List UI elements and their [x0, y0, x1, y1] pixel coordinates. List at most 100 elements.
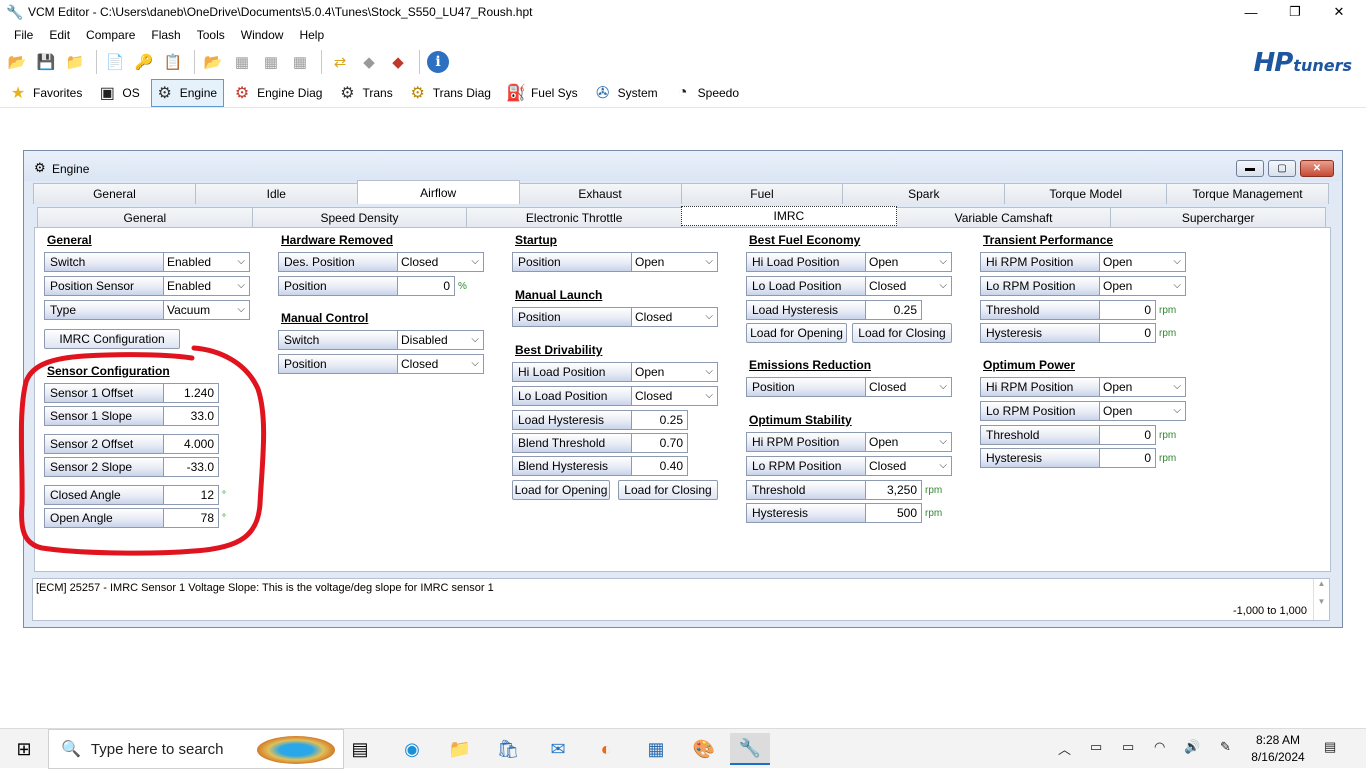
os-hi-rpm-select[interactable]: Open ⌵	[866, 432, 952, 452]
op-lo-rpm-select[interactable]: Open ⌵	[1100, 401, 1186, 421]
tp-hi-rpm-select[interactable]: Open ⌵	[1100, 252, 1186, 272]
task-view-icon[interactable]: ▤	[340, 733, 380, 765]
notifications-icon[interactable]: ▤	[1324, 739, 1336, 755]
module-system[interactable]: ✇ System	[589, 79, 665, 107]
tab-fuel[interactable]: Fuel	[680, 183, 844, 204]
open-compare-icon[interactable]: 📁	[62, 49, 88, 75]
closed-angle-value[interactable]: 12	[164, 485, 219, 505]
op-hi-rpm-select[interactable]: Open ⌵	[1100, 377, 1186, 397]
file-info-icon[interactable]: 📄	[102, 49, 128, 75]
wifi-icon[interactable]: ◠	[1154, 739, 1165, 755]
vcm-editor-task-icon[interactable]: 🔧	[730, 733, 770, 765]
switch-select[interactable]: Enabled ⌵	[164, 252, 250, 272]
open-log-icon[interactable]: 📂	[200, 49, 226, 75]
imrc-configuration-button[interactable]: IMRC Configuration	[44, 329, 180, 349]
bd-load-for-closing-button[interactable]: Load for Closing	[618, 480, 718, 500]
windows-start-icon[interactable]: ⊞	[4, 733, 44, 765]
read-vehicle-icon[interactable]: ◆	[356, 49, 382, 75]
subtab-variable-camshaft[interactable]: Variable Camshaft	[895, 207, 1112, 228]
bd-hi-load-select[interactable]: Open ⌵	[632, 362, 718, 382]
type-select[interactable]: Vacuum ⌵	[164, 300, 250, 320]
tab-airflow[interactable]: Airflow	[356, 180, 520, 204]
hw-position-value[interactable]: 0	[398, 276, 455, 296]
menu-edit[interactable]: Edit	[41, 25, 78, 45]
bd-lo-load-select[interactable]: Closed ⌵	[632, 386, 718, 406]
er-position-select[interactable]: Closed ⌵	[866, 377, 952, 397]
subtab-imrc[interactable]: IMRC	[681, 206, 897, 226]
table-icon[interactable]: ▦	[229, 49, 255, 75]
os-hysteresis-value[interactable]: 500	[866, 503, 922, 523]
module-speedo[interactable]: ◔ Speedo	[669, 79, 746, 107]
menu-file[interactable]: File	[6, 25, 41, 45]
menu-tools[interactable]: Tools	[189, 25, 233, 45]
bf-load-hysteresis-value[interactable]: 0.25	[866, 300, 922, 320]
bf-load-for-opening-button[interactable]: Load for Opening	[746, 323, 847, 343]
file-explorer-icon[interactable]: 📁	[440, 733, 480, 765]
clock[interactable]: 8:28 AM 8/16/2024	[1248, 732, 1308, 766]
mail-icon[interactable]: ✉	[538, 733, 578, 765]
edge-icon[interactable]: ◉	[392, 733, 432, 765]
tab-idle[interactable]: Idle	[194, 183, 358, 204]
bd-blend-hysteresis-value[interactable]: 0.40	[632, 456, 688, 476]
firefox-icon[interactable]: ◐	[586, 733, 626, 765]
close-button[interactable]: ✕	[1316, 0, 1362, 24]
minimize-button[interactable]: —	[1228, 0, 1274, 24]
subtab-supercharger[interactable]: Supercharger	[1110, 207, 1327, 228]
sensor1-offset-value[interactable]: 1.240	[164, 383, 219, 403]
write-vehicle-icon[interactable]: ◆	[385, 49, 411, 75]
save-icon[interactable]: 💾	[33, 49, 59, 75]
info-button[interactable]: i	[425, 49, 451, 75]
os-lo-rpm-select[interactable]: Closed ⌵	[866, 456, 952, 476]
tab-spark[interactable]: Spark	[842, 183, 1006, 204]
module-trans-diag[interactable]: ⚙ Trans Diag	[404, 79, 498, 107]
startup-position-select[interactable]: Open ⌵	[632, 252, 718, 272]
tab-exhaust[interactable]: Exhaust	[518, 183, 682, 204]
paint-icon[interactable]: 🎨	[684, 733, 724, 765]
ml-position-select[interactable]: Closed ⌵	[632, 307, 718, 327]
battery-icon[interactable]: ▭	[1122, 739, 1134, 755]
menu-window[interactable]: Window	[233, 25, 292, 45]
taskbar-search[interactable]: 🔍 Type here to search	[48, 729, 344, 769]
menu-help[interactable]: Help	[291, 25, 332, 45]
open-folder-icon[interactable]: 📂	[4, 49, 30, 75]
bf-lo-load-select[interactable]: Closed ⌵	[866, 276, 952, 296]
bd-load-for-opening-button[interactable]: Load for Opening	[512, 480, 610, 500]
module-fuel-sys[interactable]: ⛽ Fuel Sys	[502, 79, 585, 107]
meet-icon[interactable]: ▭	[1090, 739, 1102, 755]
module-engine[interactable]: ⚙ Engine	[150, 78, 225, 107]
os-threshold-value[interactable]: 3,250	[866, 480, 922, 500]
sensor1-slope-value[interactable]: 33.0	[164, 406, 219, 426]
transfer-icon[interactable]: ⇄	[327, 49, 353, 75]
subtab-general[interactable]: General	[37, 207, 253, 228]
sensor2-slope-value[interactable]: -33.0	[164, 457, 219, 477]
calculator-icon[interactable]: ▦	[636, 733, 676, 765]
module-engine-diag[interactable]: ⚙ Engine Diag	[228, 79, 329, 107]
module-os[interactable]: ▣ OS	[93, 79, 146, 107]
menu-compare[interactable]: Compare	[78, 25, 143, 45]
tab-torque-model[interactable]: Torque Model	[1004, 183, 1168, 204]
tp-threshold-value[interactable]: 0	[1100, 300, 1156, 320]
tp-lo-rpm-select[interactable]: Open ⌵	[1100, 276, 1186, 296]
position-sensor-select[interactable]: Enabled ⌵	[164, 276, 250, 296]
chevron-up-icon[interactable]: ︿	[1058, 739, 1071, 758]
tp-hysteresis-value[interactable]: 0	[1100, 323, 1156, 343]
bd-load-hysteresis-value[interactable]: 0.25	[632, 410, 688, 430]
table-compare-icon[interactable]: ▦	[287, 49, 313, 75]
bf-load-for-closing-button[interactable]: Load for Closing	[852, 323, 952, 343]
description-scrollbar[interactable]: ▲ ▼	[1313, 579, 1329, 620]
module-trans[interactable]: ⚙ Trans	[333, 79, 399, 107]
pen-icon[interactable]: ✎	[1220, 739, 1231, 755]
mc-position-select[interactable]: Closed ⌵	[398, 354, 484, 374]
bf-hi-load-select[interactable]: Open ⌵	[866, 252, 952, 272]
tab-general[interactable]: General	[33, 183, 196, 204]
open-angle-value[interactable]: 78	[164, 508, 219, 528]
tab-torque-management[interactable]: Torque Management	[1166, 183, 1329, 204]
engine-close-button[interactable]: ✕	[1300, 160, 1334, 177]
volume-icon[interactable]: 🔊	[1184, 739, 1200, 755]
op-threshold-value[interactable]: 0	[1100, 425, 1156, 445]
maximize-button[interactable]: ❐	[1272, 0, 1318, 24]
bd-blend-threshold-value[interactable]: 0.70	[632, 433, 688, 453]
store-icon[interactable]: 🛍	[488, 733, 528, 765]
subtab-electronic-throttle[interactable]: Electronic Throttle	[466, 207, 683, 228]
subtab-speed-density[interactable]: Speed Density	[251, 207, 468, 228]
